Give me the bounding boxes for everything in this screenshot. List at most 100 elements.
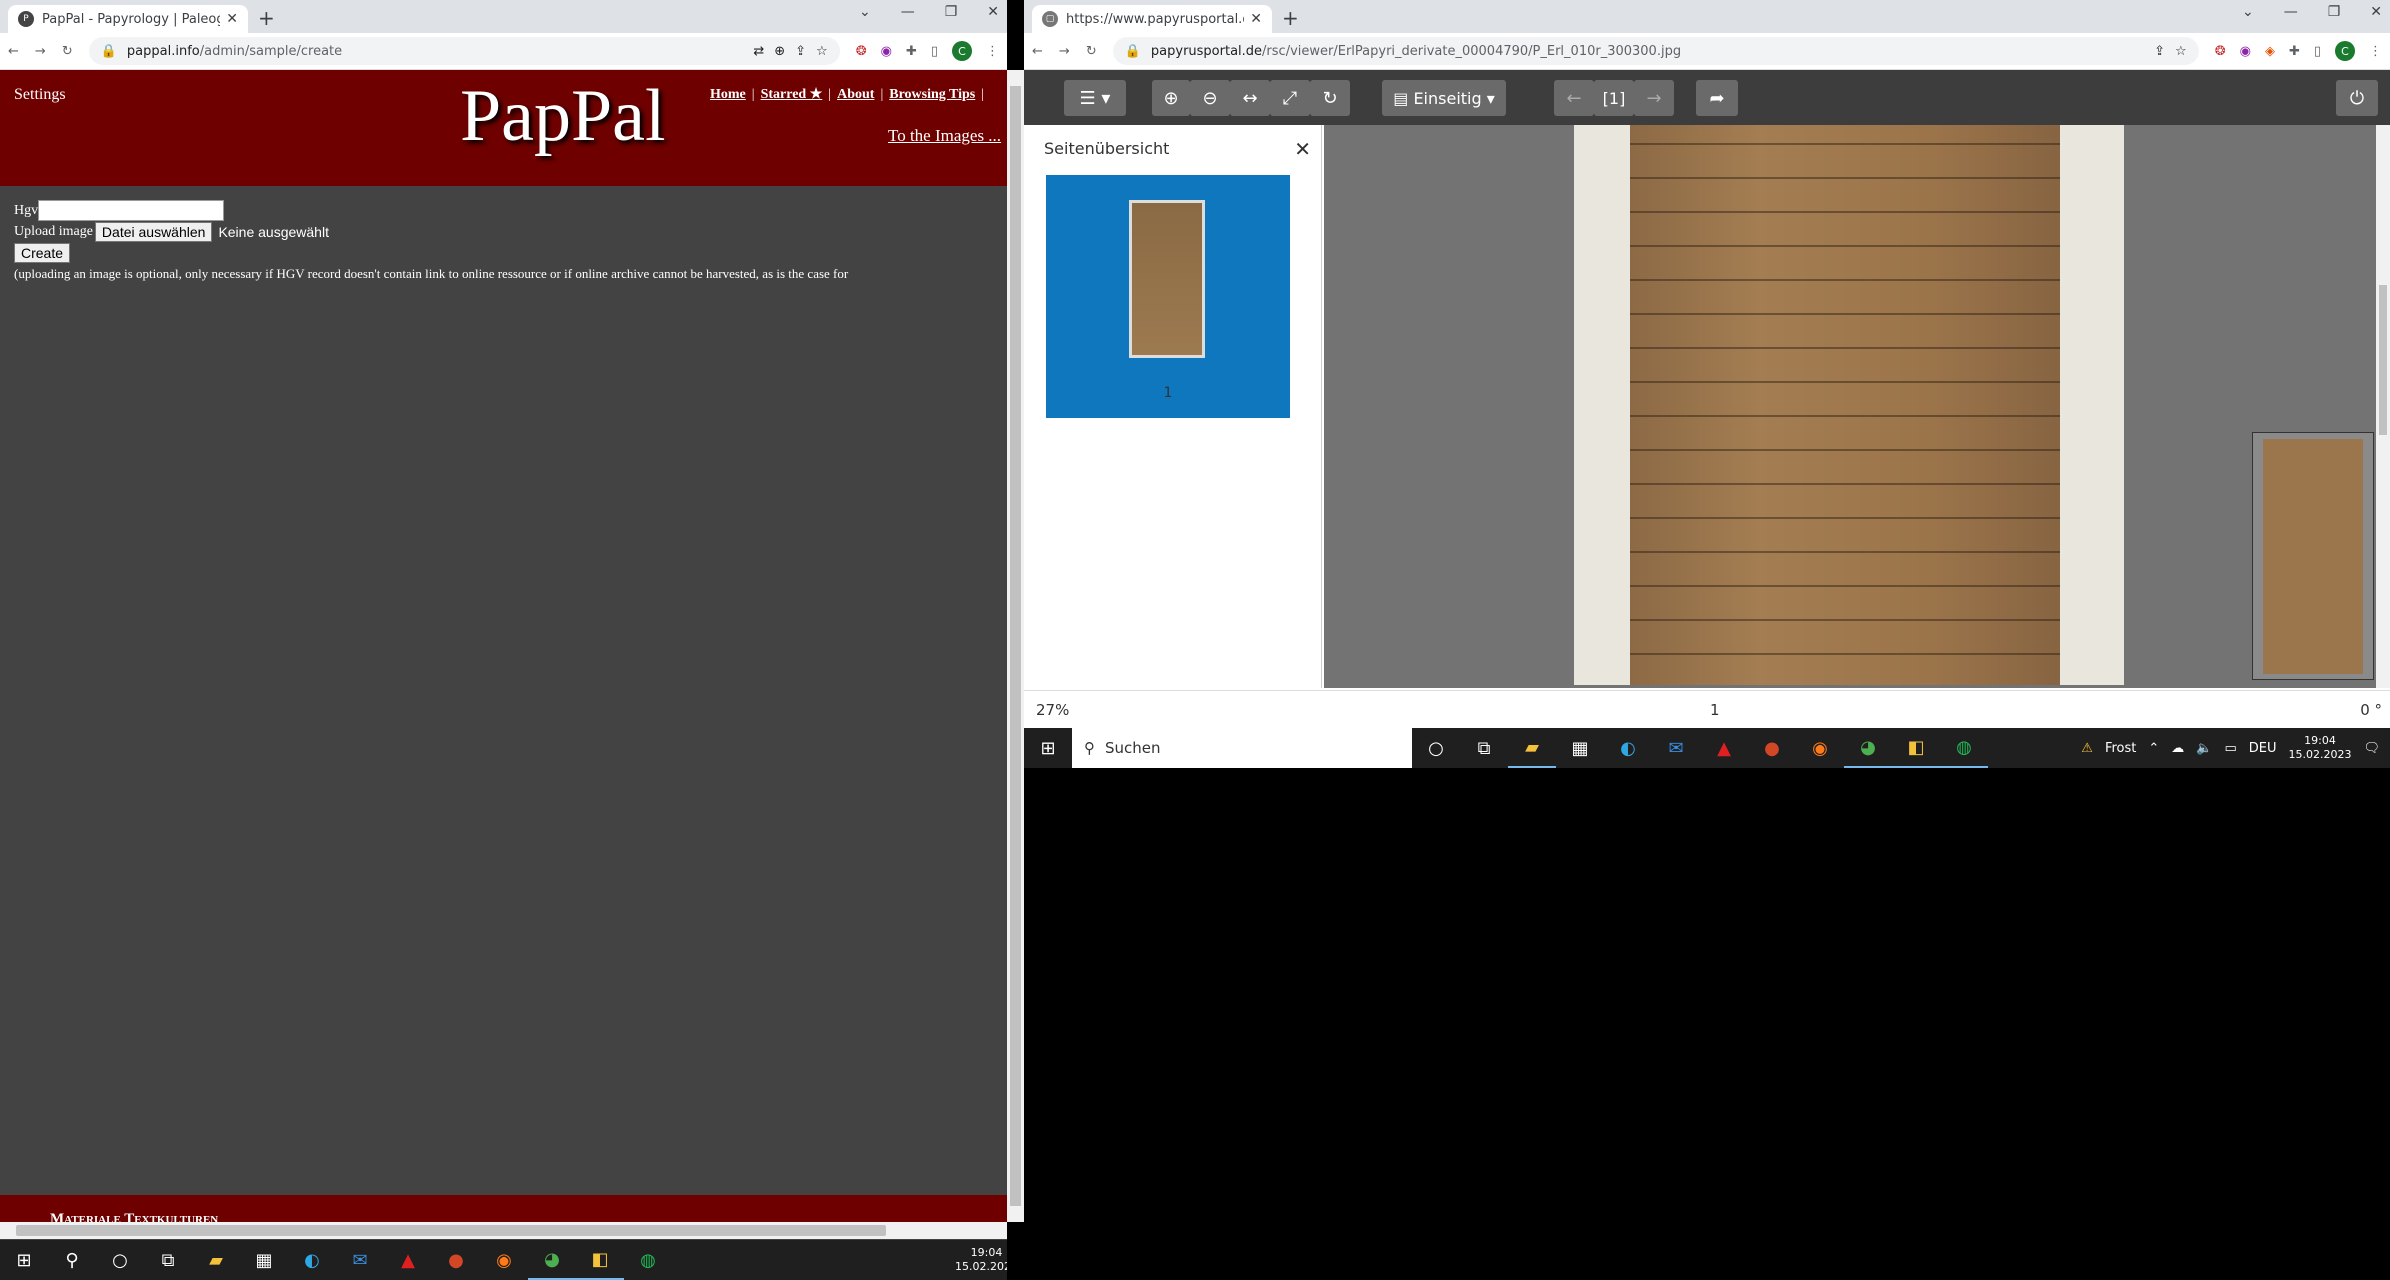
reload-icon[interactable]: ↻ xyxy=(62,44,73,59)
windows-start-icon[interactable]: ⊞ xyxy=(0,1240,48,1280)
chrome-icon[interactable]: ◕ xyxy=(1844,728,1892,768)
notification-icon[interactable]: 🗨 xyxy=(2363,741,2380,756)
clock[interactable]: 19:0415.02.2023 xyxy=(2289,734,2352,762)
tab-papyrusportal[interactable]: ▢ https://www.papyrusportal.de/rs ✕ xyxy=(1032,5,1272,33)
close-tab-icon[interactable]: ✕ xyxy=(1250,11,1262,27)
fit-screen-icon[interactable]: ⤢ xyxy=(1270,80,1310,116)
tab-pappal[interactable]: P PapPal - Papyrology | Paleograph ✕ xyxy=(8,5,248,33)
extension-icon[interactable]: ◉ xyxy=(881,44,892,59)
cortana-icon[interactable]: ○ xyxy=(1412,728,1460,768)
store-icon[interactable]: ▦ xyxy=(240,1240,288,1280)
acrobat-icon[interactable]: ▲ xyxy=(1700,728,1748,768)
edge-icon[interactable]: ◐ xyxy=(1604,728,1652,768)
zoom-out-icon[interactable]: ⊖ xyxy=(1190,80,1230,116)
url-bar[interactable]: 🔒 pappal.info/admin/sample/create ⇄ ⊕ ⇪ … xyxy=(88,37,840,65)
hgv-input[interactable] xyxy=(38,200,225,221)
previous-page-icon[interactable]: ← xyxy=(1554,80,1594,116)
back-icon[interactable]: ← xyxy=(1032,44,1043,59)
extension-icon[interactable]: ◈ xyxy=(2265,44,2275,59)
spotify-icon[interactable]: ◍ xyxy=(1940,728,1988,768)
task-view-icon[interactable]: ⧉ xyxy=(1460,728,1508,768)
firefox-icon[interactable]: ◉ xyxy=(480,1240,528,1280)
nav-home[interactable]: Home xyxy=(710,87,746,102)
firefox-icon[interactable]: ◉ xyxy=(1796,728,1844,768)
acrobat-icon[interactable]: ▲ xyxy=(384,1240,432,1280)
canvas-scrollbar[interactable] xyxy=(2376,125,2390,688)
forward-icon[interactable]: → xyxy=(35,44,46,59)
zoom-in-icon[interactable]: ⊕ xyxy=(1152,80,1190,116)
forward-icon[interactable]: → xyxy=(1059,44,1070,59)
to-images-link[interactable]: To the Images ... xyxy=(888,126,1001,146)
next-page-icon[interactable]: → xyxy=(1634,80,1674,116)
windows-start-icon[interactable]: ⊞ xyxy=(1024,728,1072,768)
vertical-scrollbar[interactable] xyxy=(1007,70,1024,1222)
share-icon[interactable]: ⇪ xyxy=(2154,44,2165,59)
restore-icon[interactable]: ❐ xyxy=(945,4,958,20)
extension-icon[interactable]: ❂ xyxy=(2215,44,2226,59)
scroll-thumb[interactable] xyxy=(16,1225,886,1236)
weather-text[interactable]: Frost xyxy=(2105,741,2136,756)
page-thumbnail[interactable]: 1 xyxy=(1046,175,1290,418)
close-tab-icon[interactable]: ✕ xyxy=(226,11,238,27)
menu-icon[interactable]: ⋮ xyxy=(986,44,999,59)
menu-icon[interactable]: ⋮ xyxy=(2369,44,2382,59)
layout-dropdown[interactable]: ▤ Einseitig ▾ xyxy=(1382,80,1506,116)
mail-icon[interactable]: ✉ xyxy=(1652,728,1700,768)
search-icon[interactable]: ⚲ xyxy=(48,1240,96,1280)
new-tab-icon[interactable]: + xyxy=(258,6,275,30)
translate-icon[interactable]: ⇄ xyxy=(753,44,764,59)
minimize-icon[interactable]: — xyxy=(2284,4,2298,20)
choose-file-button[interactable]: Datei auswählen xyxy=(94,221,213,242)
image-canvas[interactable] xyxy=(1324,125,2390,688)
side-panel-icon[interactable]: ▯ xyxy=(2314,44,2321,59)
fit-width-icon[interactable]: ↔ xyxy=(1230,80,1270,116)
mail-icon[interactable]: ✉ xyxy=(336,1240,384,1280)
profile-avatar[interactable]: C xyxy=(952,41,972,61)
edge-icon[interactable]: ◐ xyxy=(288,1240,336,1280)
network-icon[interactable]: ☁ xyxy=(2171,741,2184,756)
pappal-logo[interactable]: PapPal xyxy=(460,74,666,159)
file-explorer-icon[interactable]: ▰ xyxy=(1508,728,1556,768)
create-button[interactable]: Create xyxy=(14,242,71,263)
power-icon[interactable]: ⏻ xyxy=(2336,80,2378,116)
new-tab-icon[interactable]: + xyxy=(1282,6,1299,30)
chrome-icon[interactable]: ◕ xyxy=(528,1240,576,1280)
reload-icon[interactable]: ↻ xyxy=(1086,44,1097,59)
nav-browsing-tips[interactable]: Browsing Tips xyxy=(889,87,975,102)
battery-icon[interactable]: ▭ xyxy=(2224,741,2236,756)
page-indicator[interactable]: [1] xyxy=(1594,80,1634,116)
puzzle-icon[interactable]: ✚ xyxy=(2289,44,2300,59)
powerpoint-icon[interactable]: ● xyxy=(432,1240,480,1280)
tab-search-icon[interactable]: ⌄ xyxy=(859,4,871,20)
restore-icon[interactable]: ❐ xyxy=(2328,4,2341,20)
weather-warning-icon[interactable]: ⚠ xyxy=(2081,741,2093,756)
scroll-thumb[interactable] xyxy=(2379,285,2387,435)
overview-minimap[interactable] xyxy=(2252,432,2374,680)
files-icon[interactable]: ◧ xyxy=(1892,728,1940,768)
url-bar[interactable]: 🔒 papyrusportal.de/rsc/viewer/ErlPapyri_… xyxy=(1112,37,2199,65)
minimize-icon[interactable]: — xyxy=(901,4,915,20)
nav-starred[interactable]: Starred ★ xyxy=(761,87,823,102)
file-explorer-icon[interactable]: ▰ xyxy=(192,1240,240,1280)
close-window-icon[interactable]: ✕ xyxy=(987,4,999,20)
language-indicator[interactable]: DEU xyxy=(2249,741,2277,756)
settings-link[interactable]: Settings xyxy=(14,86,66,104)
close-panel-icon[interactable]: ✕ xyxy=(1294,137,1311,161)
spotify-icon[interactable]: ◍ xyxy=(624,1240,672,1280)
extension-icon[interactable]: ❂ xyxy=(856,44,867,59)
zoom-icon[interactable]: ⊕ xyxy=(774,44,785,59)
tray-chevron-icon[interactable]: ⌃ xyxy=(2148,741,2159,756)
scroll-thumb[interactable] xyxy=(1010,86,1021,1206)
store-icon[interactable]: ▦ xyxy=(1556,728,1604,768)
volume-icon[interactable]: 🔈 xyxy=(2196,741,2212,756)
cortana-icon[interactable]: ○ xyxy=(96,1240,144,1280)
profile-avatar[interactable]: C xyxy=(2335,41,2355,61)
close-window-icon[interactable]: ✕ xyxy=(2370,4,2382,20)
powerpoint-icon[interactable]: ● xyxy=(1748,728,1796,768)
bookmark-star-icon[interactable]: ☆ xyxy=(2175,44,2187,59)
rotate-icon[interactable]: ↻ xyxy=(1310,80,1350,116)
nav-about[interactable]: About xyxy=(837,87,874,102)
puzzle-icon[interactable]: ✚ xyxy=(906,44,917,59)
clock[interactable]: 19:0415.02.2023 xyxy=(955,1246,1007,1274)
tab-search-icon[interactable]: ⌄ xyxy=(2242,4,2254,20)
